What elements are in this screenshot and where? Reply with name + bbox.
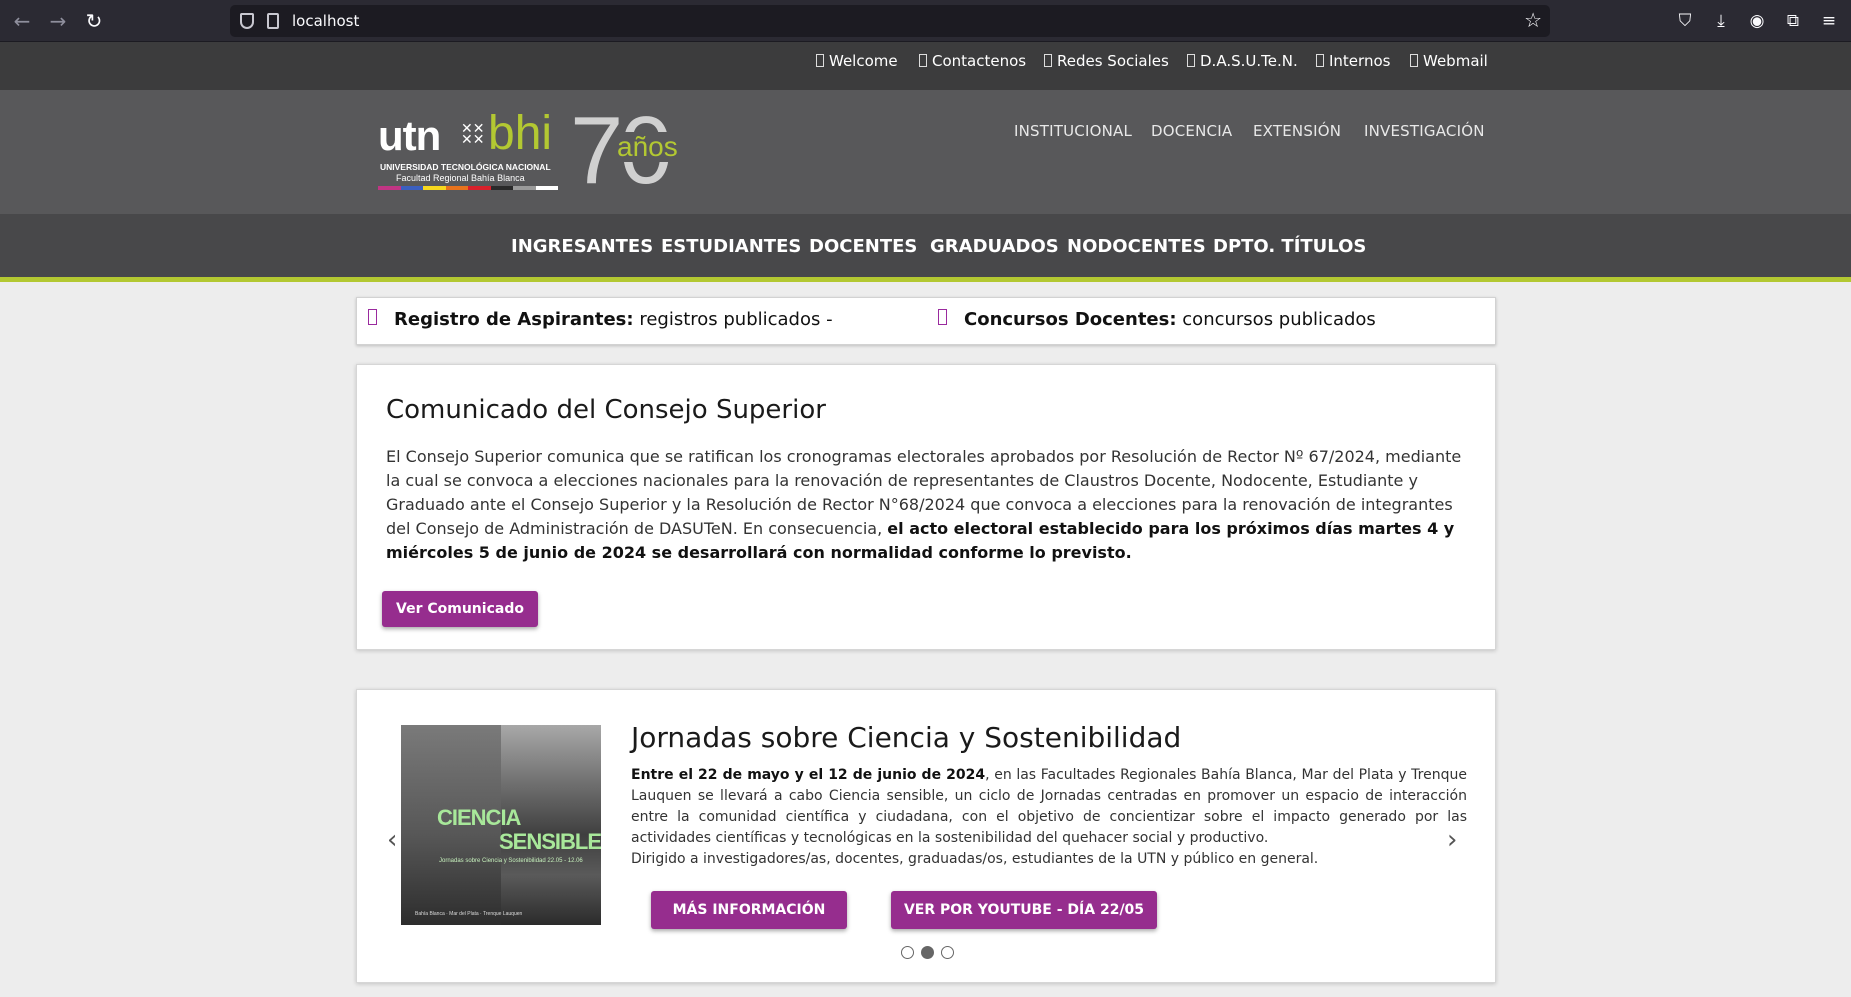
address-bar[interactable]: localhost ☆ xyxy=(230,5,1550,37)
reload-button[interactable]: ↻ xyxy=(82,9,106,33)
nav-docencia[interactable]: DOCENCIA xyxy=(1151,122,1232,140)
carousel-dot-1[interactable] xyxy=(901,946,914,959)
extensions-icon[interactable]: ⧉ xyxy=(1782,10,1804,32)
ticker-item-registro[interactable]: Registro de Aspirantes: registros public… xyxy=(394,309,833,330)
browser-toolbar: ← → ↻ localhost ☆ ⛉ ⤓ ◉ ⧉ ≡ xyxy=(0,0,1851,42)
logo-stripe-segment xyxy=(490,186,513,190)
url-text[interactable]: localhost xyxy=(292,12,359,30)
logo-color-stripe xyxy=(378,186,558,190)
carousel-prev-arrow[interactable]: ‹ xyxy=(387,825,397,855)
logo-faculty-name: Facultad Regional Bahía Blanca xyxy=(396,173,525,183)
carousel-dots xyxy=(901,946,954,959)
ver-youtube-button[interactable]: VER POR YOUTUBE - DÍA 22/05 xyxy=(891,891,1157,929)
download-icon[interactable]: ⤓ xyxy=(1710,10,1732,32)
announcement-body: El Consejo Superior comunica que se rati… xyxy=(386,447,1462,562)
nav-extension[interactable]: EXTENSIÓN xyxy=(1253,122,1341,140)
carousel-dot-3[interactable] xyxy=(941,946,954,959)
image-text-footer: Bahía Blanca · Mar del Plata · Trenque L… xyxy=(415,911,523,917)
site-header: utn ✕✕ ✕✕ bhi UNIVERSIDAD TECNOLÓGICA NAC… xyxy=(0,90,1851,214)
broken-image-icon xyxy=(816,54,824,67)
nav-institucional[interactable]: INSTITUCIONAL xyxy=(1014,122,1132,140)
bookmark-star-icon[interactable]: ☆ xyxy=(1524,8,1542,32)
news-ticker: Registro de Aspirantes: registros public… xyxy=(356,297,1496,345)
account-icon[interactable]: ◉ xyxy=(1746,10,1768,32)
slide-title: Jornadas sobre Ciencia y Sostenibilidad xyxy=(631,721,1182,754)
logo-utn-text: utn xyxy=(378,112,441,159)
util-link-dasuten[interactable]: D.A.S.U.Te.N. xyxy=(1187,52,1298,70)
mas-informacion-button[interactable]: MÁS INFORMACIÓN xyxy=(651,891,847,929)
ver-comunicado-button[interactable]: Ver Comunicado xyxy=(382,591,538,627)
logo-stripe-segment xyxy=(400,186,423,190)
logo-stripe-segment xyxy=(513,186,536,190)
util-link-redes-sociales[interactable]: Redes Sociales xyxy=(1044,52,1169,70)
pocket-icon[interactable]: ⛉ xyxy=(1674,10,1696,32)
logo-anos-text: años xyxy=(615,131,680,162)
logo-university-name: UNIVERSIDAD TECNOLÓGICA NACIONAL xyxy=(380,162,551,172)
cat-graduados[interactable]: GRADUADOS xyxy=(930,236,1059,257)
broken-image-icon xyxy=(1044,54,1052,67)
broken-image-icon xyxy=(368,309,377,325)
ciencia-sensible-image[interactable]: CIENCIA SENSIBLE Jornadas sobre Ciencia … xyxy=(401,725,601,925)
shield-icon[interactable] xyxy=(240,13,254,29)
broken-image-icon xyxy=(1410,54,1418,67)
back-button[interactable]: ← xyxy=(10,9,34,33)
util-link-webmail[interactable]: Webmail xyxy=(1410,52,1488,70)
carousel-next-arrow[interactable]: › xyxy=(1447,825,1457,855)
util-link-welcome[interactable]: Welcome xyxy=(816,52,898,70)
cat-dpto-titulos[interactable]: DPTO. TÍTULOS xyxy=(1213,236,1366,257)
carousel-dot-2[interactable] xyxy=(921,946,934,959)
carousel-card: ‹ CIENCIA SENSIBLE Jornadas sobre Cienci… xyxy=(356,689,1496,983)
image-text-ciencia: CIENCIA xyxy=(437,805,521,830)
logo-stripe-segment xyxy=(423,186,446,190)
image-text-sensible: SENSIBLE xyxy=(499,829,601,854)
image-text-subtitle: Jornadas sobre Ciencia y Sostenibilidad … xyxy=(439,858,583,864)
forward-button[interactable]: → xyxy=(46,9,70,33)
utn-logo[interactable]: utn ✕✕ ✕✕ bhi UNIVERSIDAD TECNOLÓGICA NAC… xyxy=(378,97,698,204)
logo-stripe-segment xyxy=(468,186,491,190)
page-icon xyxy=(267,13,279,29)
broken-image-icon xyxy=(1187,54,1195,67)
broken-image-icon xyxy=(1316,54,1324,67)
broken-image-icon xyxy=(938,309,947,325)
logo-bhi-text: bhi xyxy=(488,107,553,160)
logo-stripe-segment xyxy=(535,186,558,190)
cat-docentes[interactable]: DOCENTES xyxy=(809,236,917,257)
logo-stripe-segment xyxy=(378,186,401,190)
cat-nodocentes[interactable]: NODOCENTES xyxy=(1067,236,1206,257)
announcement-card: Comunicado del Consejo Superior El Conse… xyxy=(356,364,1496,650)
announcement-title: Comunicado del Consejo Superior xyxy=(386,395,826,425)
util-link-contactenos[interactable]: Contactenos xyxy=(919,52,1026,70)
nav-investigacion[interactable]: INVESTIGACIÓN xyxy=(1364,122,1485,140)
utility-bar: Welcome Contactenos Redes Sociales D.A.S… xyxy=(0,42,1851,90)
logo-stripe-segment xyxy=(445,186,468,190)
ticker-item-concursos[interactable]: Concursos Docentes: concursos publicados xyxy=(964,309,1376,330)
menu-icon[interactable]: ≡ xyxy=(1818,10,1840,32)
slide-body: Entre el 22 de mayo y el 12 de junio de … xyxy=(631,767,1467,867)
util-link-internos[interactable]: Internos xyxy=(1316,52,1390,70)
logo-cross-icon: ✕✕ ✕✕ xyxy=(461,121,485,148)
cat-estudiantes[interactable]: ESTUDIANTES xyxy=(661,236,801,257)
category-nav: INGRESANTES ESTUDIANTES DOCENTES GRADUAD… xyxy=(0,214,1851,282)
broken-image-icon xyxy=(919,54,927,67)
cat-ingresantes[interactable]: INGRESANTES xyxy=(511,236,653,257)
